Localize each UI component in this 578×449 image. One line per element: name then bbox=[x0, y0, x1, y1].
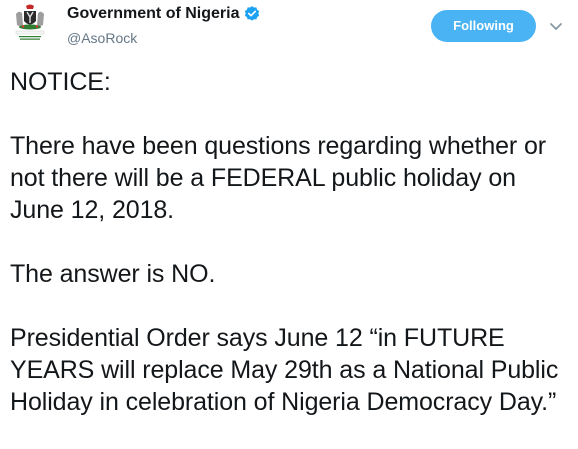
tweet-paragraph: The answer is NO. bbox=[10, 260, 216, 288]
chevron-down-icon[interactable] bbox=[548, 18, 564, 34]
avatar[interactable] bbox=[6, 0, 54, 48]
account-info: Government of Nigeria @AsoRock bbox=[67, 3, 261, 47]
tweet-paragraph: NOTICE: bbox=[10, 68, 111, 96]
tweet-paragraph: Presidential Order says June 12 “in FUTU… bbox=[10, 324, 559, 416]
coat-of-arms-logo bbox=[15, 4, 45, 40]
name-row: Government of Nigeria bbox=[67, 3, 261, 25]
verified-badge-icon bbox=[243, 5, 261, 23]
tweet-paragraph: There have been questions regarding whet… bbox=[10, 132, 547, 224]
tweet-card: Government of Nigeria @AsoRock Following… bbox=[0, 0, 578, 449]
following-button[interactable]: Following bbox=[431, 10, 536, 42]
display-name[interactable]: Government of Nigeria bbox=[67, 3, 239, 25]
user-handle[interactable]: @AsoRock bbox=[67, 28, 261, 48]
tweet-text: NOTICE: There have been questions regard… bbox=[10, 66, 572, 418]
